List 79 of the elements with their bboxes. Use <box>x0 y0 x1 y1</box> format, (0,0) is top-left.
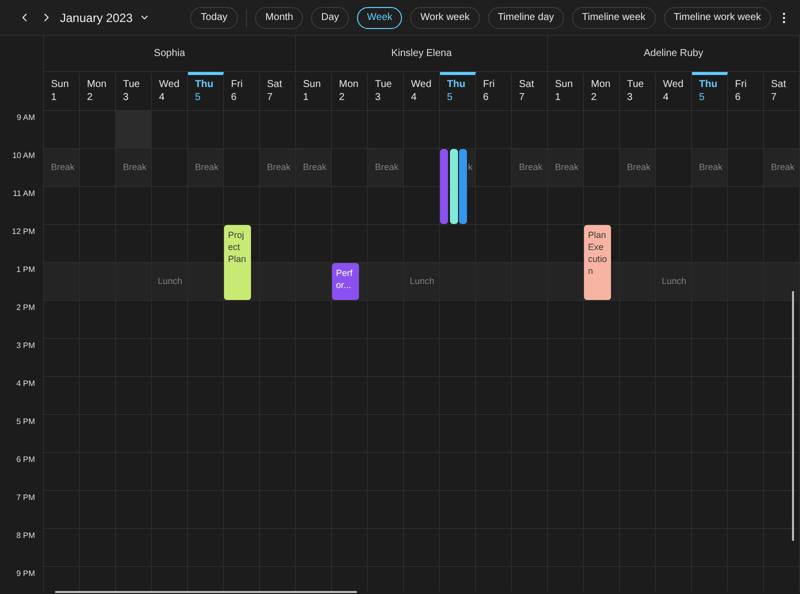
lunch-label: Lunch <box>662 275 686 288</box>
day-header[interactable]: Wed 4 <box>152 72 188 110</box>
time-label: 3 PM <box>16 340 35 351</box>
day-header[interactable]: Mon 2 <box>80 72 116 110</box>
time-label: 5 PM <box>16 416 35 427</box>
time-label: 7 PM <box>16 492 35 503</box>
break-slot[interactable]: Break <box>548 149 584 187</box>
resource-name: Kinsley Elena <box>391 47 452 61</box>
day-header[interactable]: Fri 6 <box>476 72 512 110</box>
month-picker[interactable]: January 2023 <box>60 8 150 26</box>
day-header[interactable]: Thu 5 <box>440 72 476 110</box>
time-label: 11 AM <box>12 188 35 199</box>
day-header[interactable]: Fri 6 <box>224 72 260 110</box>
break-slot[interactable]: Break <box>116 149 152 187</box>
break-label: Break <box>303 160 327 174</box>
day-header[interactable]: Mon 2 <box>584 72 620 110</box>
break-slot[interactable]: Break <box>296 149 332 187</box>
time-label: 9 AM <box>16 112 35 123</box>
break-label: Break <box>627 160 651 174</box>
break-slot[interactable]: Break <box>188 149 224 187</box>
break-slot[interactable]: Break <box>368 149 404 187</box>
day-header[interactable]: Wed 4 <box>404 72 440 110</box>
day-header[interactable]: Mon 2 <box>332 72 368 110</box>
break-slot[interactable]: k <box>468 149 476 187</box>
event-bar[interactable] <box>450 149 458 224</box>
event-card[interactable]: Plan Execution <box>584 225 611 300</box>
day-header[interactable]: Tue 3 <box>620 72 656 110</box>
day-header[interactable]: Tue 3 <box>116 72 152 110</box>
time-label: 8 PM <box>16 530 35 541</box>
break-label: k <box>468 160 472 174</box>
time-label: 2 PM <box>16 302 35 313</box>
time-label: 10 AM <box>12 150 35 161</box>
event-card[interactable]: Perfor... <box>332 263 359 300</box>
resource-name: Sophia <box>154 47 186 61</box>
break-slot[interactable]: Break <box>512 149 548 187</box>
view-tab[interactable]: Timeline day <box>488 6 564 28</box>
break-label: Break <box>195 160 219 174</box>
day-header[interactable]: Sat 7 <box>764 72 800 110</box>
time-label: 4 PM <box>16 378 35 389</box>
day-header[interactable]: Tue 3 <box>368 72 404 110</box>
resource-name: Adeline Ruby <box>644 47 704 61</box>
view-tab[interactable]: Week <box>357 6 402 28</box>
day-header[interactable]: Sun 1 <box>296 72 332 110</box>
time-label: 1 PM <box>16 264 35 275</box>
day-header[interactable]: Fri 6 <box>728 72 764 110</box>
view-tab[interactable]: Month <box>255 6 304 28</box>
day-header[interactable]: Sat 7 <box>512 72 548 110</box>
time-label: 6 PM <box>16 454 35 465</box>
scrollbar-thumb[interactable] <box>55 591 357 593</box>
break-slot[interactable]: Break <box>620 149 656 187</box>
break-slot[interactable]: Break <box>44 149 80 187</box>
day-header[interactable]: Sun 1 <box>44 72 80 110</box>
break-slot[interactable]: Break <box>260 149 296 187</box>
view-tab[interactable]: Work week <box>410 6 480 28</box>
view-tab[interactable]: Timeline work week <box>664 6 771 28</box>
day-header[interactable]: Sat 7 <box>260 72 296 110</box>
break-label: Break <box>699 160 723 174</box>
event-card[interactable]: Project Plan <box>224 225 251 300</box>
break-slot[interactable]: Break <box>692 149 728 187</box>
today-button[interactable]: Today <box>190 6 238 28</box>
day-header[interactable]: Thu 5 <box>692 72 728 110</box>
break-slot[interactable]: Break <box>764 149 800 187</box>
break-label: Break <box>123 160 147 174</box>
break-label: Break <box>519 160 543 174</box>
time-label: 9 PM <box>16 568 35 579</box>
break-label: Break <box>51 160 75 174</box>
day-header[interactable]: Sun 1 <box>548 72 584 110</box>
break-label: Break <box>375 160 399 174</box>
lunch-label: Lunch <box>158 275 182 288</box>
lunch-label: Lunch <box>410 275 434 288</box>
time-label: 12 PM <box>12 226 35 237</box>
view-tab[interactable]: Timeline week <box>572 6 656 28</box>
break-label: Break <box>267 160 291 174</box>
view-tab[interactable]: Day <box>311 6 350 28</box>
break-label: Break <box>555 160 579 174</box>
day-header[interactable]: Wed 4 <box>656 72 692 110</box>
scrollbar-thumb[interactable] <box>792 291 794 541</box>
day-header[interactable]: Thu 5 <box>188 72 224 110</box>
break-label: Break <box>771 160 795 174</box>
